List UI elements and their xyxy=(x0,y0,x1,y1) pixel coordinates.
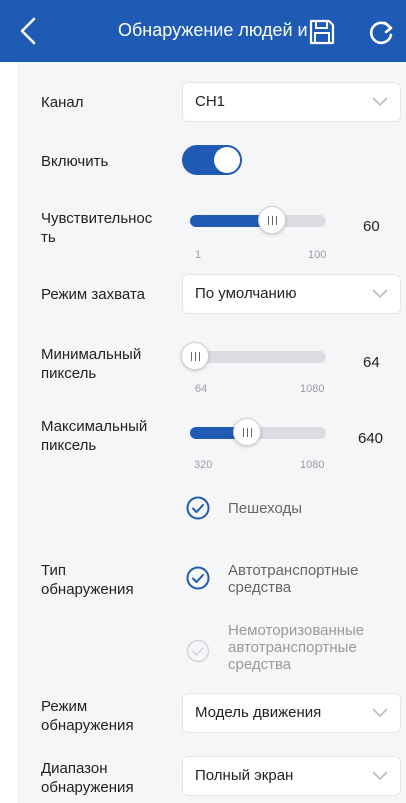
vehicles-option[interactable]: Автотранспортные средства xyxy=(228,562,358,596)
capture-mode-select[interactable]: По умолчанию xyxy=(182,274,401,314)
check-circle-icon[interactable] xyxy=(186,639,210,663)
max-pixel-max: 1080 xyxy=(300,459,325,471)
slider-thumb[interactable] xyxy=(257,206,286,234)
enable-toggle[interactable] xyxy=(182,145,242,175)
chevron-down-icon xyxy=(372,708,388,718)
capture-mode-value: По умолчанию xyxy=(195,285,297,302)
channel-label: Канал xyxy=(41,94,84,111)
refresh-icon[interactable] xyxy=(366,18,396,48)
min-pixel-label: Минимальный пиксель xyxy=(41,346,142,382)
save-icon[interactable] xyxy=(308,18,336,46)
max-pixel-value: 640 xyxy=(358,430,384,447)
pedestrians-option[interactable]: Пешеходы xyxy=(228,500,302,517)
sensitivity-slider[interactable] xyxy=(190,206,326,234)
min-pixel-min: 64 xyxy=(195,383,208,395)
channel-select[interactable]: CH1 xyxy=(182,82,401,122)
capture-mode-label: Режим захвата xyxy=(41,286,145,303)
min-pixel-max: 1080 xyxy=(300,383,325,395)
detection-range-label: Диапазон обнаружения xyxy=(41,760,134,796)
enable-label: Включить xyxy=(41,153,109,170)
back-arrow-icon[interactable] xyxy=(14,16,44,46)
page-title: Обнаружение людей и xyxy=(118,20,308,40)
chevron-down-icon xyxy=(372,771,388,781)
channel-value: CH1 xyxy=(195,93,226,110)
detection-mode-value: Модель движения xyxy=(195,704,322,721)
app-header: Обнаружение людей и xyxy=(0,0,406,62)
detection-type-label: Тип обнаружения xyxy=(41,562,134,598)
sensitivity-max: 100 xyxy=(308,249,327,261)
sensitivity-min: 1 xyxy=(195,249,202,261)
non-motor-vehicles-option[interactable]: Немоторизованные автотранспортные средства xyxy=(228,622,364,673)
min-pixel-value: 64 xyxy=(363,354,380,371)
max-pixel-slider[interactable] xyxy=(190,418,326,446)
detection-mode-select[interactable]: Модель движения xyxy=(182,693,401,733)
toggle-knob xyxy=(214,147,240,173)
min-pixel-slider[interactable] xyxy=(181,342,326,370)
detection-range-select[interactable]: Полный экран xyxy=(182,756,401,796)
max-pixel-min: 320 xyxy=(194,459,213,471)
sensitivity-value: 60 xyxy=(363,218,380,235)
max-pixel-label: Максимальный пиксель xyxy=(41,418,148,454)
check-circle-icon[interactable] xyxy=(186,496,210,520)
chevron-down-icon xyxy=(372,97,388,107)
slider-thumb[interactable] xyxy=(233,418,262,446)
check-circle-icon[interactable] xyxy=(186,566,210,590)
detection-mode-label: Режим обнаружения xyxy=(41,698,134,734)
chevron-down-icon xyxy=(372,289,388,299)
sensitivity-label: Чувствительнос ть xyxy=(41,210,153,246)
detection-range-value: Полный экран xyxy=(195,767,294,784)
